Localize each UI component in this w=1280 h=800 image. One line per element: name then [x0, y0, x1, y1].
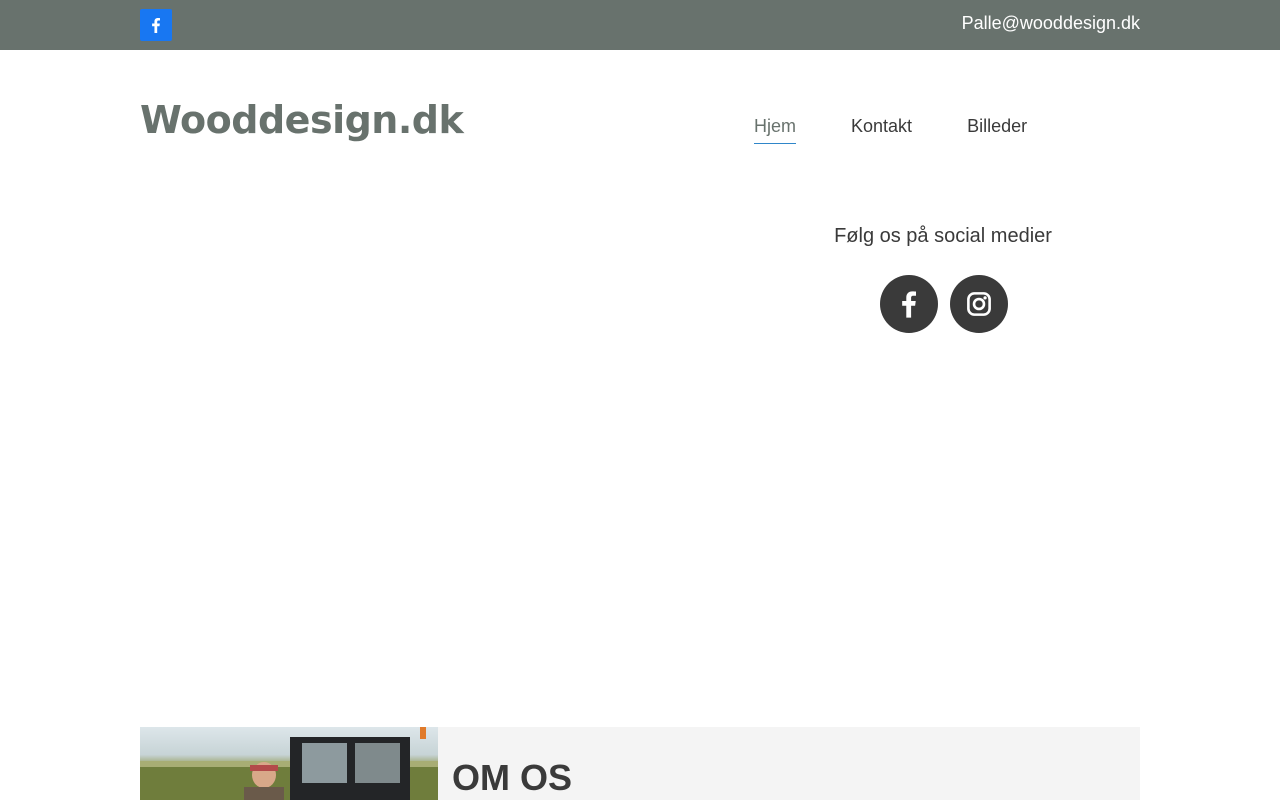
social-heading: Følg os på social medier	[834, 225, 1052, 247]
about-heading: OM OS	[452, 757, 573, 798]
instagram-button[interactable]	[950, 275, 1008, 333]
nav-item-kontakt[interactable]: Kontakt	[851, 116, 912, 144]
topbar-facebook-button[interactable]	[140, 9, 172, 41]
facebook-icon	[152, 17, 160, 33]
about-section: OM OS	[140, 727, 1140, 800]
nav-item-billeder[interactable]: Billeder	[967, 116, 1027, 144]
facebook-icon	[902, 290, 916, 318]
tractor-photo-illustration	[140, 727, 438, 800]
nav-item-hjem[interactable]: Hjem	[754, 116, 797, 144]
site-title[interactable]: Wooddesign.dk	[140, 98, 464, 142]
facebook-button[interactable]	[880, 275, 938, 333]
top-bar: Palle@wooddesign.dk	[0, 0, 1280, 50]
about-photo	[140, 727, 438, 800]
instagram-icon	[967, 292, 991, 316]
contact-email-link[interactable]: Palle@wooddesign.dk	[962, 13, 1140, 34]
social-links	[880, 275, 1008, 333]
main-navigation: Hjem Kontakt Billeder	[754, 116, 1082, 144]
